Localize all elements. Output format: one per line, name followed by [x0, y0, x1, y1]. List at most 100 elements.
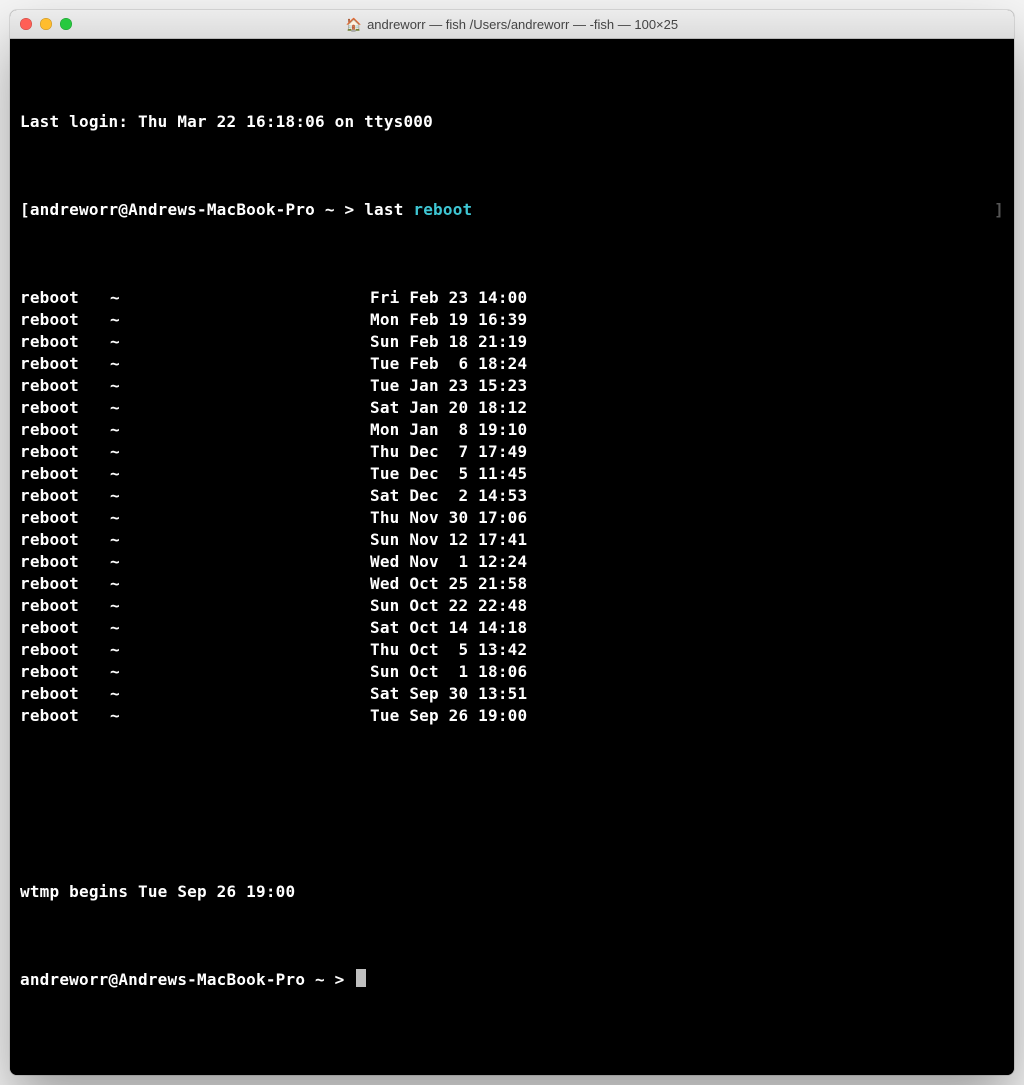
output-user: reboot	[20, 485, 110, 507]
output-timestamp: Tue Feb 6 18:24	[370, 353, 527, 375]
output-row: reboot~Mon Feb 19 16:39	[20, 309, 1004, 331]
traffic-lights	[20, 18, 72, 30]
output-timestamp: Tue Sep 26 19:00	[370, 705, 527, 727]
output-user: reboot	[20, 529, 110, 551]
output-tty: ~	[110, 683, 370, 705]
output-timestamp: Sat Jan 20 18:12	[370, 397, 527, 419]
wtmp-footer: wtmp begins Tue Sep 26 19:00	[20, 881, 1004, 903]
output-tty: ~	[110, 287, 370, 309]
output-timestamp: Thu Dec 7 17:49	[370, 441, 527, 463]
output-timestamp: Sun Oct 1 18:06	[370, 661, 527, 683]
output-user: reboot	[20, 595, 110, 617]
output-row: reboot~Tue Feb 6 18:24	[20, 353, 1004, 375]
output-tty: ~	[110, 331, 370, 353]
output-row: reboot~Sun Nov 12 17:41	[20, 529, 1004, 551]
output-user: reboot	[20, 617, 110, 639]
output-user: reboot	[20, 661, 110, 683]
output-row: reboot~Sun Feb 18 21:19	[20, 331, 1004, 353]
output-user: reboot	[20, 331, 110, 353]
output-timestamp: Sun Feb 18 21:19	[370, 331, 527, 353]
output-tty: ~	[110, 529, 370, 551]
output-user: reboot	[20, 419, 110, 441]
output-tty: ~	[110, 507, 370, 529]
prompt-arrow: >	[335, 970, 345, 989]
output-tty: ~	[110, 441, 370, 463]
output-timestamp: Wed Oct 25 21:58	[370, 573, 527, 595]
output-timestamp: Sat Dec 2 14:53	[370, 485, 527, 507]
output-row: reboot~Sat Sep 30 13:51	[20, 683, 1004, 705]
output-timestamp: Sat Sep 30 13:51	[370, 683, 527, 705]
output-row: reboot~Wed Nov 1 12:24	[20, 551, 1004, 573]
zoom-button[interactable]	[60, 18, 72, 30]
output-user: reboot	[20, 573, 110, 595]
output-user: reboot	[20, 353, 110, 375]
output-timestamp: Sun Oct 22 22:48	[370, 595, 527, 617]
prompt-line: [andreworr@Andrews-MacBook-Pro ~ > last …	[20, 199, 1004, 221]
output-tty: ~	[110, 639, 370, 661]
output-tty: ~	[110, 595, 370, 617]
output-user: reboot	[20, 507, 110, 529]
titlebar[interactable]: 🏠 andreworr — fish /Users/andreworr — -f…	[10, 10, 1014, 39]
output-tty: ~	[110, 397, 370, 419]
output-user: reboot	[20, 639, 110, 661]
output-row: reboot~Sun Oct 22 22:48	[20, 595, 1004, 617]
output-user: reboot	[20, 309, 110, 331]
prompt-close-bracket-dim: ]	[994, 199, 1004, 221]
output-tty: ~	[110, 573, 370, 595]
prompt-host-path: andreworr@Andrews-MacBook-Pro ~	[20, 970, 325, 989]
output-tty: ~	[110, 353, 370, 375]
home-icon: 🏠	[346, 18, 362, 31]
output-row: reboot~Mon Jan 8 19:10	[20, 419, 1004, 441]
output-timestamp: Thu Nov 30 17:06	[370, 507, 527, 529]
output-tty: ~	[110, 485, 370, 507]
login-banner: Last login: Thu Mar 22 16:18:06 on ttys0…	[20, 111, 1004, 133]
output-row: reboot~Sat Jan 20 18:12	[20, 397, 1004, 419]
output-row: reboot~Tue Dec 5 11:45	[20, 463, 1004, 485]
output-row: reboot~Thu Oct 5 13:42	[20, 639, 1004, 661]
output-user: reboot	[20, 287, 110, 309]
close-button[interactable]	[20, 18, 32, 30]
output-user: reboot	[20, 463, 110, 485]
terminal-window: 🏠 andreworr — fish /Users/andreworr — -f…	[10, 10, 1014, 1075]
output-tty: ~	[110, 617, 370, 639]
output-timestamp: Tue Jan 23 15:23	[370, 375, 527, 397]
output-tty: ~	[110, 463, 370, 485]
prompt-arrow: >	[345, 200, 355, 219]
output-tty: ~	[110, 375, 370, 397]
output-row: reboot~Thu Dec 7 17:49	[20, 441, 1004, 463]
output-timestamp: Mon Feb 19 16:39	[370, 309, 527, 331]
terminal-viewport[interactable]: Last login: Thu Mar 22 16:18:06 on ttys0…	[10, 39, 1014, 1075]
prompt-line-idle[interactable]: andreworr@Andrews-MacBook-Pro ~ >	[20, 969, 1004, 991]
output-timestamp: Fri Feb 23 14:00	[370, 287, 527, 309]
prompt-host-path: andreworr@Andrews-MacBook-Pro ~	[30, 200, 335, 219]
text-cursor	[356, 969, 366, 987]
output-row: reboot~Sat Oct 14 14:18	[20, 617, 1004, 639]
prompt-command: last	[364, 200, 403, 219]
output-row: reboot~Wed Oct 25 21:58	[20, 573, 1004, 595]
output-rows: reboot~Fri Feb 23 14:00reboot~Mon Feb 19…	[20, 287, 1004, 727]
output-tty: ~	[110, 661, 370, 683]
output-user: reboot	[20, 375, 110, 397]
output-row: reboot~Sat Dec 2 14:53	[20, 485, 1004, 507]
output-timestamp: Sun Nov 12 17:41	[370, 529, 527, 551]
output-tty: ~	[110, 705, 370, 727]
output-timestamp: Tue Dec 5 11:45	[370, 463, 527, 485]
prompt-open-bracket: [	[20, 200, 30, 219]
output-timestamp: Thu Oct 5 13:42	[370, 639, 527, 661]
output-timestamp: Sat Oct 14 14:18	[370, 617, 527, 639]
output-row: reboot~Thu Nov 30 17:06	[20, 507, 1004, 529]
blank-line	[20, 793, 1004, 815]
output-user: reboot	[20, 441, 110, 463]
output-user: reboot	[20, 683, 110, 705]
output-tty: ~	[110, 419, 370, 441]
output-timestamp: Mon Jan 8 19:10	[370, 419, 527, 441]
window-title: 🏠 andreworr — fish /Users/andreworr — -f…	[10, 17, 1014, 32]
output-user: reboot	[20, 551, 110, 573]
output-row: reboot~Tue Jan 23 15:23	[20, 375, 1004, 397]
output-user: reboot	[20, 705, 110, 727]
output-tty: ~	[110, 551, 370, 573]
prompt-argument: reboot	[413, 200, 472, 219]
output-timestamp: Wed Nov 1 12:24	[370, 551, 527, 573]
minimize-button[interactable]	[40, 18, 52, 30]
output-user: reboot	[20, 397, 110, 419]
